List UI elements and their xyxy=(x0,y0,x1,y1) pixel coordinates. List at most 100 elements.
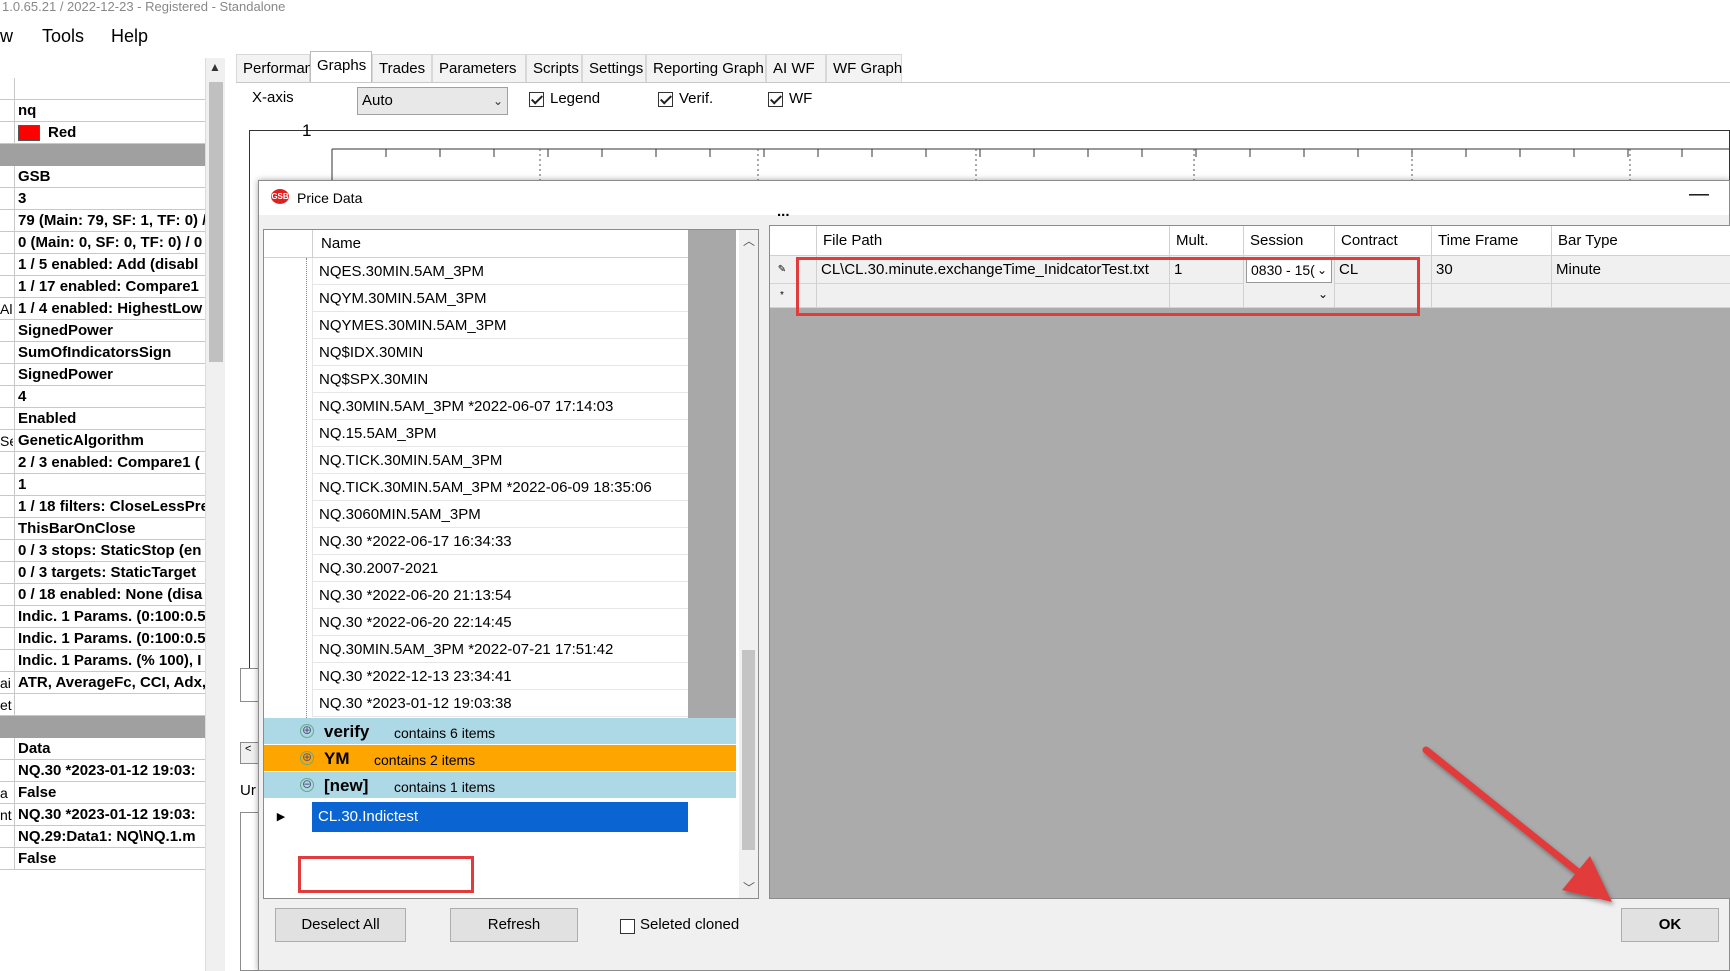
list-item[interactable]: NQ.30.2007-2021 xyxy=(312,555,688,582)
property-row[interactable]: Enabled xyxy=(0,408,205,430)
verif-checkbox[interactable] xyxy=(658,92,673,107)
property-row[interactable]: 0 / 3 targets: StaticTarget xyxy=(0,562,205,584)
property-value[interactable]: NQ.30 *2023-01-12 19:03: xyxy=(14,760,205,782)
property-row[interactable]: nt NQ.30 *2023-01-12 19:03: xyxy=(0,804,205,826)
property-row[interactable]: ai ATR, AverageFc, CCI, Adx, xyxy=(0,672,205,694)
property-row[interactable]: 2 / 3 enabled: Compare1 ( xyxy=(0,452,205,474)
cell-time-frame[interactable]: 30 xyxy=(1431,256,1551,284)
property-row[interactable]: Indic. 1 Params. (% 100), I xyxy=(0,650,205,672)
menu-view[interactable]: w xyxy=(0,26,13,47)
property-row[interactable]: SumOfIndicatorsSign xyxy=(0,342,205,364)
column-contract[interactable]: Contract xyxy=(1334,226,1431,256)
property-value[interactable]: GSB xyxy=(14,166,205,188)
tab-reporting-graph[interactable]: Reporting Graph xyxy=(646,54,766,82)
property-row[interactable]: Indic. 1 Params. (0:100:0.5 xyxy=(0,606,205,628)
property-value[interactable]: SumOfIndicatorsSign xyxy=(14,342,205,364)
selected-cloned-checkbox[interactable] xyxy=(620,919,635,934)
cell-bar-type[interactable]: Minute xyxy=(1551,256,1730,284)
property-value[interactable]: False xyxy=(14,848,205,870)
property-row[interactable]: Red xyxy=(0,122,205,144)
list-item[interactable]: NQ.30 *2023-01-12 19:03:38 xyxy=(312,690,688,717)
list-item[interactable]: NQES.30MIN.5AM_3PM xyxy=(312,258,688,285)
scroll-thumb[interactable] xyxy=(742,650,755,850)
property-value[interactable]: Data xyxy=(14,738,205,760)
property-value[interactable]: Indic. 1 Params. (% 100), I xyxy=(14,650,205,672)
property-row[interactable]: NQ.29:Data1: NQ\NQ.1.m xyxy=(0,826,205,848)
property-value[interactable] xyxy=(14,78,205,100)
scroll-up-icon[interactable]: ︿ xyxy=(743,232,755,249)
list-item[interactable]: NQ.TICK.30MIN.5AM_3PM xyxy=(312,447,688,474)
property-row[interactable]: 0 / 18 enabled: None (disa xyxy=(0,584,205,606)
property-value[interactable]: 79 (Main: 79, SF: 1, TF: 0) / xyxy=(14,210,205,232)
property-value[interactable]: 1 / 5 enabled: Add (disabl xyxy=(14,254,205,276)
property-row[interactable]: SignedPower xyxy=(0,320,205,342)
cell-time-frame-new[interactable] xyxy=(1431,284,1551,308)
tab-settings[interactable]: Settings xyxy=(582,54,646,82)
property-value[interactable]: False xyxy=(14,782,205,804)
column-file-path[interactable]: File Path xyxy=(816,226,1169,256)
property-value[interactable]: 4 xyxy=(14,386,205,408)
property-value[interactable]: 0 / 18 enabled: None (disa xyxy=(14,584,205,606)
list-item[interactable]: NQ.3060MIN.5AM_3PM xyxy=(312,501,688,528)
property-value[interactable]: nq xyxy=(14,100,205,122)
property-value[interactable]: NQ.29:Data1: NQ\NQ.1.m xyxy=(14,826,205,848)
scroll-down-icon[interactable]: ﹀ xyxy=(743,879,755,896)
minimize-button[interactable]: — xyxy=(1689,183,1709,206)
scroll-thumb[interactable] xyxy=(209,82,223,362)
list-item[interactable]: NQ$SPX.30MIN xyxy=(312,366,688,393)
refresh-button[interactable]: Refresh xyxy=(450,908,578,942)
property-value[interactable]: Indic. 1 Params. (0:100:0.5 xyxy=(14,606,205,628)
tab-trades[interactable]: Trades xyxy=(372,54,432,82)
tab-wf-graph[interactable]: WF Graph xyxy=(826,54,902,82)
selected-row[interactable]: ▶ CL.30.Indictest xyxy=(264,802,688,832)
list-item[interactable]: NQ.30 *2022-12-13 23:34:41 xyxy=(312,663,688,690)
cell-bar-type-new[interactable] xyxy=(1551,284,1730,308)
property-row[interactable]: nq xyxy=(0,100,205,122)
tab-graphs[interactable]: Graphs xyxy=(310,51,372,82)
column-session[interactable]: Session xyxy=(1243,226,1334,256)
property-value[interactable]: 0 / 3 targets: StaticTarget xyxy=(14,562,205,584)
legend-checkbox[interactable] xyxy=(529,92,544,107)
list-item[interactable]: NQ.TICK.30MIN.5AM_3PM *2022-06-09 18:35:… xyxy=(312,474,688,501)
options-ellipsis-button[interactable]: ... xyxy=(777,203,790,220)
list-item[interactable]: NQYMES.30MIN.5AM_3PM xyxy=(312,312,688,339)
property-value[interactable]: 1 xyxy=(14,474,205,496)
property-row[interactable]: 79 (Main: 79, SF: 1, TF: 0) / xyxy=(0,210,205,232)
menu-tools[interactable]: Tools xyxy=(42,26,84,47)
group-row-0[interactable]: ⊕ verify contains 6 items xyxy=(264,718,736,745)
group-row-2[interactable]: ⊖ [new] contains 1 items xyxy=(264,772,736,799)
property-row[interactable]: 0 (Main: 0, SF: 0, TF: 0) / 0 xyxy=(0,232,205,254)
property-row[interactable]: False xyxy=(0,848,205,870)
property-row[interactable] xyxy=(0,78,205,100)
property-value[interactable]: NQ.30 *2023-01-12 19:03: xyxy=(14,804,205,826)
list-item[interactable]: NQ.30 *2022-06-17 16:34:33 xyxy=(312,528,688,555)
property-row[interactable]: a False xyxy=(0,782,205,804)
expand-icon[interactable]: ⊕ xyxy=(300,724,314,738)
property-row[interactable]: Data xyxy=(0,738,205,760)
list-item[interactable]: NQ.30MIN.5AM_3PM *2022-07-21 17:51:42 xyxy=(312,636,688,663)
property-row[interactable]: Indic. 1 Params. (0:100:0.5 xyxy=(0,628,205,650)
property-grid-scrollbar[interactable]: ▲ xyxy=(205,58,225,971)
column-mult[interactable]: Mult. xyxy=(1169,226,1243,256)
category-header[interactable] xyxy=(0,716,205,738)
property-row[interactable]: 1 / 18 filters: CloseLessPre xyxy=(0,496,205,518)
list-item[interactable]: NQ.30 *2022-06-20 21:13:54 xyxy=(312,582,688,609)
property-row[interactable]: 1 xyxy=(0,474,205,496)
menu-help[interactable]: Help xyxy=(111,26,148,47)
property-row[interactable]: 4 xyxy=(0,386,205,408)
tab-ai-wf[interactable]: AI WF xyxy=(766,54,826,82)
property-value[interactable]: SignedPower xyxy=(14,320,205,342)
name-list-scrollbar[interactable]: ︿ ﹀ xyxy=(739,230,758,898)
list-item[interactable]: NQ.15.5AM_3PM xyxy=(312,420,688,447)
property-value[interactable]: SignedPower xyxy=(14,364,205,386)
column-time-frame[interactable]: Time Frame xyxy=(1431,226,1551,256)
property-value[interactable]: GeneticAlgorithm xyxy=(14,430,205,452)
property-row[interactable]: NQ.30 *2023-01-12 19:03: xyxy=(0,760,205,782)
property-row[interactable]: Al 1 / 4 enabled: HighestLow xyxy=(0,298,205,320)
name-column-header[interactable]: Name xyxy=(312,230,361,258)
property-value[interactable]: 0 (Main: 0, SF: 0, TF: 0) / 0 xyxy=(14,232,205,254)
list-item[interactable]: NQ.30 *2022-06-20 22:14:45 xyxy=(312,609,688,636)
xaxis-select[interactable]: Auto ⌄ xyxy=(357,87,508,115)
list-item[interactable]: NQYM.30MIN.5AM_3PM xyxy=(312,285,688,312)
property-value[interactable]: 0 / 3 stops: StaticStop (en xyxy=(14,540,205,562)
